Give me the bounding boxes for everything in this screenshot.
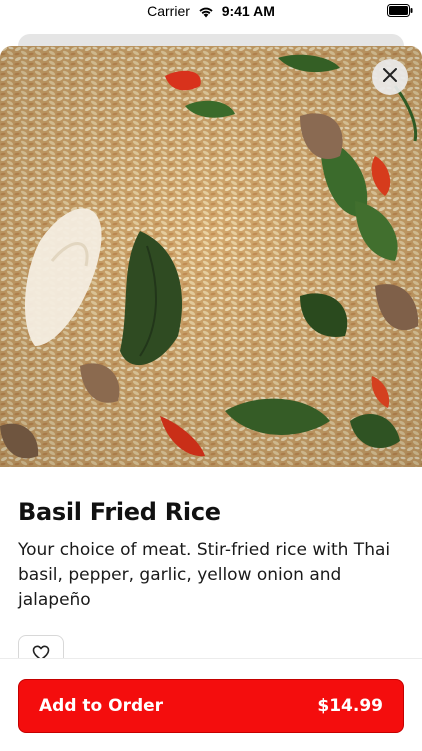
item-description: Your choice of meat. Stir-fried rice wit… xyxy=(18,540,391,610)
status-center: Carrier 9:41 AM xyxy=(0,3,422,21)
price-label: $14.99 xyxy=(317,696,383,716)
item-title: Basil Fried Rice xyxy=(18,498,221,526)
battery-icon xyxy=(387,4,413,22)
item-details: Basil Fried Rice Your choice of meat. St… xyxy=(18,496,404,613)
close-icon xyxy=(382,67,398,88)
wifi-icon xyxy=(198,5,214,21)
close-button[interactable] xyxy=(372,59,408,95)
bottom-bar: Add to Order $14.99 xyxy=(0,658,422,751)
food-photo xyxy=(0,46,422,467)
carrier-label: Carrier xyxy=(147,3,190,19)
add-to-order-button[interactable]: Add to Order $14.99 xyxy=(18,679,404,733)
add-to-order-label: Add to Order xyxy=(39,696,164,716)
clock: 9:41 AM xyxy=(221,3,275,19)
status-bar: Carrier 9:41 AM xyxy=(0,0,422,24)
